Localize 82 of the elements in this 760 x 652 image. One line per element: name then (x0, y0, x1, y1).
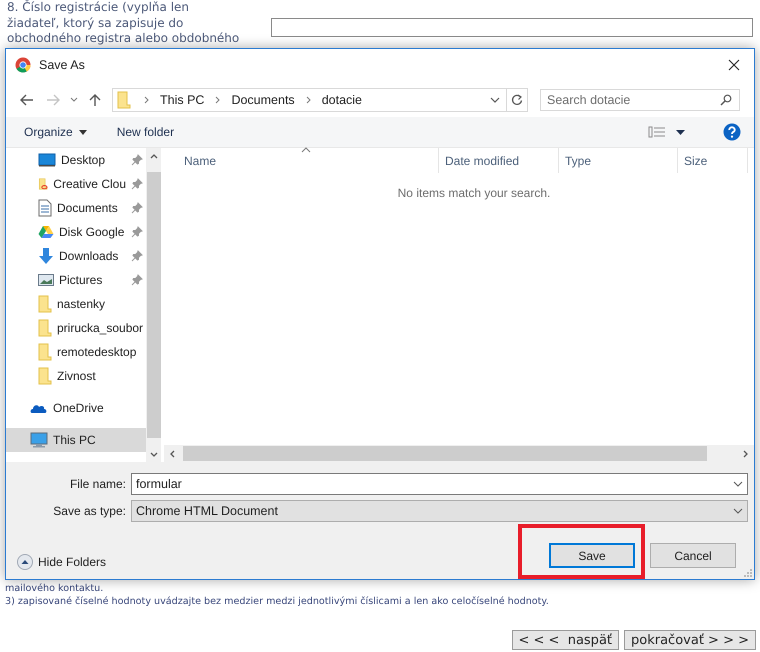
down-arrow-icon (38, 247, 54, 266)
column-header[interactable]: Type (559, 148, 678, 174)
document-icon (38, 199, 52, 218)
dropdown-icon[interactable] (490, 96, 500, 103)
nav-item[interactable]: remotedesktop (6, 340, 146, 364)
resize-grip-icon[interactable] (744, 569, 752, 578)
pin-icon[interactable] (131, 202, 143, 214)
folder-icon (38, 343, 52, 362)
left-arrow-icon[interactable] (20, 94, 34, 106)
nav-item[interactable]: Downloads (6, 244, 146, 268)
field-label: obchodného registra alebo obdobného (7, 31, 240, 46)
search-field[interactable]: Search dotacie (540, 88, 740, 111)
dropdown-icon[interactable] (733, 508, 743, 514)
nav-item[interactable]: This PC (6, 428, 146, 452)
chevron-icon (142, 96, 151, 104)
list-view-icon[interactable] (648, 126, 666, 138)
refresh-icon[interactable] (511, 94, 523, 106)
folder-icon (38, 367, 52, 386)
dropdown-icon[interactable] (733, 480, 743, 487)
nav-button[interactable]: pokračovať > > > (624, 630, 756, 650)
field-label: Save as type: (52, 504, 127, 518)
pin-icon[interactable] (131, 250, 143, 262)
field-label: File name: (68, 476, 127, 491)
chevron-icon (213, 96, 222, 104)
nav-item[interactable]: Zivnost (6, 364, 146, 388)
breadcrumb[interactable]: This PC (156, 92, 208, 107)
address-bar[interactable]: This PC Documents dotacie (112, 88, 528, 112)
chevron-icon (304, 96, 313, 104)
nav-item[interactable]: Disk Google (6, 220, 146, 244)
input-field[interactable] (271, 18, 753, 37)
scrollbar[interactable] (146, 148, 161, 462)
new-folder-button[interactable]: New folder (116, 125, 174, 140)
dropdown-icon[interactable] (78, 130, 87, 135)
nav-button[interactable]: < < < naspäť (512, 630, 620, 650)
help-icon[interactable] (723, 123, 741, 142)
column-header[interactable]: Size (678, 148, 748, 174)
column-header[interactable]: Date modified (439, 148, 559, 174)
scroll-right-icon[interactable] (743, 450, 748, 458)
nav-item[interactable]: Desktop (6, 148, 146, 172)
file-type-select[interactable]: Chrome HTML Document (131, 500, 748, 522)
window-title: Save As (39, 58, 86, 72)
computer-icon (30, 432, 48, 448)
scrollbar[interactable] (164, 445, 754, 462)
folder-icon (117, 90, 131, 109)
note-text: mailového kontaktu. (5, 582, 104, 595)
browser-logo-icon (15, 57, 31, 74)
collapse-icon[interactable] (17, 554, 33, 570)
scroll-down-icon[interactable] (150, 452, 158, 457)
dialog-button[interactable]: Cancel (650, 543, 736, 568)
column-header[interactable]: Name (164, 148, 439, 174)
file-name-field[interactable]: formular (131, 472, 748, 495)
field-label: žiadateľ, ktorý sa zapisuje do (7, 16, 184, 31)
nav-item[interactable]: OneDrive (6, 396, 146, 420)
pin-icon[interactable] (131, 274, 143, 286)
pin-icon[interactable] (131, 154, 143, 166)
up-arrow-icon[interactable] (89, 92, 101, 107)
folder-icon (38, 319, 52, 338)
nav-item[interactable]: Pictures (6, 268, 146, 292)
note-text: 3) zapisované číselné hodnoty uvádzajte bez medzier medzi jednotlivými číslicami a len ako celočíselné hodnoty. (5, 595, 550, 608)
nav-item[interactable]: Creative Clou (6, 172, 146, 196)
drive-icon (38, 225, 54, 240)
chevron-down-icon[interactable] (70, 97, 78, 102)
image-icon (38, 273, 54, 288)
field-label: 8. Číslo registrácie (vyplňa len (7, 0, 190, 16)
scroll-up-icon[interactable] (150, 154, 158, 159)
empty-message: No items match your search. (396, 186, 552, 200)
nav-item[interactable]: Documents (6, 196, 146, 220)
pin-icon[interactable] (131, 178, 143, 190)
scroll-left-icon[interactable] (170, 450, 175, 458)
folder-icon (38, 295, 52, 314)
breadcrumb[interactable]: dotacie (318, 92, 366, 107)
dialog-button[interactable]: Save (549, 543, 635, 568)
hide-folders-button[interactable]: Hide Folders (17, 554, 106, 570)
monitor-icon (38, 152, 56, 168)
pin-icon[interactable] (131, 226, 143, 238)
dropdown-icon[interactable] (676, 130, 685, 135)
search-icon[interactable] (720, 94, 732, 106)
organize-menu[interactable]: Organize (24, 125, 87, 140)
breadcrumb[interactable]: Documents (227, 92, 299, 107)
close-icon[interactable] (728, 59, 740, 72)
nav-item[interactable]: nastenky (6, 292, 146, 316)
nav-item[interactable]: prirucka_soubor (6, 316, 146, 340)
